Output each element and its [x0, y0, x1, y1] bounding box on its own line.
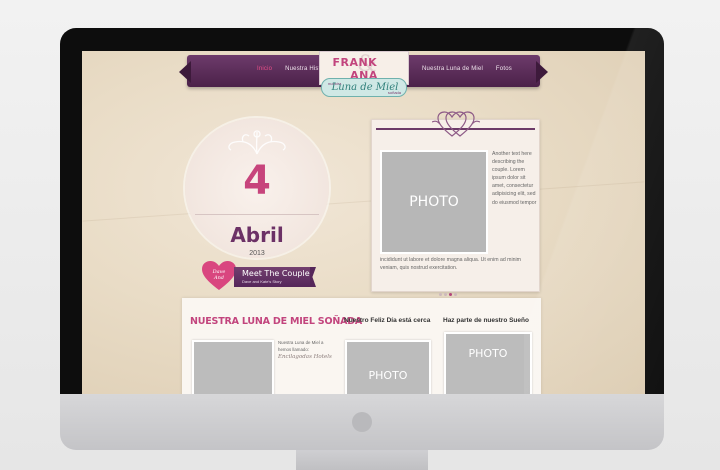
double-heart-ornament-icon	[432, 111, 480, 137]
monitor-logo-icon	[352, 412, 372, 432]
countdown-year: 2013	[249, 250, 265, 257]
nav-item-luna-de-miel[interactable]: Nuestra Luna de Miel	[422, 66, 483, 72]
featured-bottom-text: incididunt ut labore et dolore magna ali…	[380, 257, 522, 272]
ribbon-end-right	[536, 61, 548, 83]
featured-photo[interactable]: PHOTO	[380, 150, 488, 254]
nav-item-fotos[interactable]: Fotos	[496, 66, 512, 72]
countdown-circle: 4 Abril 2013	[185, 118, 329, 258]
dia-photo[interactable]: PHOTO	[345, 340, 431, 394]
featured-side-text: Another text here describing the couple.…	[492, 151, 537, 206]
nav-item-inicio[interactable]: Inicio	[257, 66, 272, 72]
slider-dot-4[interactable]	[454, 293, 457, 296]
countdown-divider	[195, 214, 319, 215]
sueno-photo[interactable]: PHOTO	[444, 332, 532, 394]
logo-small-bottom: soñada	[387, 90, 401, 95]
countdown-month: Abril	[230, 223, 284, 247]
monitor-bezel: Inicio Nuestra Historia Nuestra Luna de …	[60, 28, 664, 394]
logo-name-left: FRANK	[332, 56, 378, 69]
paper-crease	[82, 181, 645, 222]
logo-script-band: nuestra Luna de Miel soñada	[321, 78, 407, 97]
featured-slider: PHOTO Another text here describing the c…	[371, 111, 540, 296]
imac-monitor: Inicio Nuestra Historia Nuestra Luna de …	[60, 28, 664, 470]
heart-line-2: And	[213, 275, 225, 281]
meet-couple-subtitle: Dave and Kate's Story	[242, 279, 282, 284]
meet-couple-button[interactable]: Meet The Couple Dave and Kate's Story	[234, 267, 310, 287]
meet-couple-title: Meet The Couple	[242, 269, 310, 278]
desktop-stage: Inicio Nuestra Historia Nuestra Luna de …	[0, 0, 720, 470]
section-heading-luna: NUESTRA LUNA DE MIEL SOÑADA	[190, 316, 363, 327]
monitor-stand	[296, 450, 428, 470]
slider-dot-2[interactable]	[444, 293, 447, 296]
website-screen: Inicio Nuestra Historia Nuestra Luna de …	[82, 51, 645, 394]
slider-dot-1[interactable]	[439, 293, 442, 296]
countdown-day: 4	[243, 158, 271, 204]
ribbon-end-left	[179, 61, 191, 83]
slider-dot-3[interactable]	[449, 293, 452, 296]
monitor-chin	[60, 394, 664, 450]
luna-signature: Encilagodas Hotels	[278, 354, 332, 360]
nav-right: Nuestra Luna de Miel Fotos	[422, 66, 523, 72]
content-panel: NUESTRA LUNA DE MIEL SOÑADA Nuestro Feli…	[182, 298, 541, 394]
site-logo[interactable]: & FRANK ANA nuestra Luna de Miel soñada	[319, 51, 409, 103]
section-heading-sueno: Haz parte de nuestro Sueño	[443, 317, 529, 324]
heart-label: Dave And	[203, 269, 235, 281]
luna-photo[interactable]: PHOTO	[192, 340, 274, 394]
section-heading-dia: Nuestro Feliz Día está cerca	[344, 317, 431, 324]
luna-snippet: Nuestra Luna de Miel a hemos llamado:	[278, 340, 324, 352]
floral-flourish-icon	[228, 130, 286, 155]
